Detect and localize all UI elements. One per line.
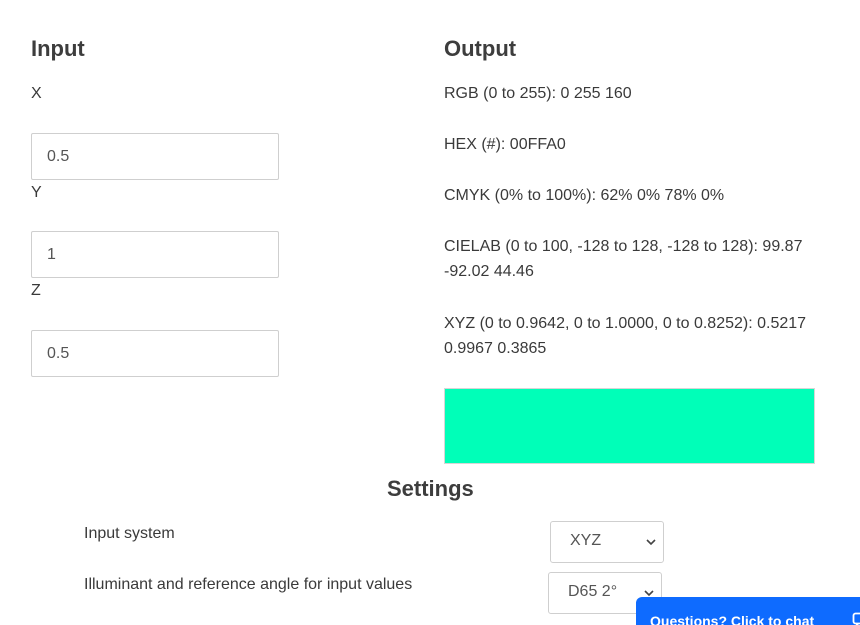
input-heading: Input bbox=[31, 36, 85, 61]
chat-widget-button[interactable]: Questions? Click to chat bbox=[636, 597, 860, 625]
illuminant-value: D65 2° bbox=[568, 583, 618, 600]
illuminant-label: Illuminant and reference angle for input… bbox=[84, 576, 413, 593]
chat-label: Questions? Click to chat bbox=[650, 613, 815, 625]
output-heading: Output bbox=[444, 36, 517, 61]
chevron-down-icon bbox=[646, 539, 656, 546]
settings-heading: Settings bbox=[387, 476, 474, 501]
input-system-label: Input system bbox=[84, 525, 175, 542]
rgb-output: RGB (0 to 255): 0 255 160 bbox=[444, 85, 632, 102]
input-system-select[interactable]: XYZ bbox=[550, 521, 664, 563]
chat-bubble-icon bbox=[852, 612, 860, 625]
z-input[interactable] bbox=[31, 330, 279, 377]
input-system-value: XYZ bbox=[570, 532, 602, 549]
x-label: X bbox=[31, 85, 42, 102]
y-label: Y bbox=[31, 184, 42, 201]
xyz-output: XYZ (0 to 0.9642, 0 to 1.0000, 0 to 0.82… bbox=[444, 315, 807, 357]
color-swatch bbox=[444, 388, 815, 464]
hex-output: HEX (#): 00FFA0 bbox=[444, 136, 566, 153]
y-input[interactable] bbox=[31, 231, 279, 278]
cielab-output: CIELAB (0 to 100, -128 to 128, -128 to 1… bbox=[444, 238, 803, 280]
z-label: Z bbox=[31, 282, 41, 299]
cmyk-output: CMYK (0% to 100%): 62% 0% 78% 0% bbox=[444, 187, 725, 204]
x-input[interactable] bbox=[31, 133, 279, 180]
color-converter-page: Input X Y Z Output RGB (0 to 255): 0 255… bbox=[0, 0, 860, 625]
